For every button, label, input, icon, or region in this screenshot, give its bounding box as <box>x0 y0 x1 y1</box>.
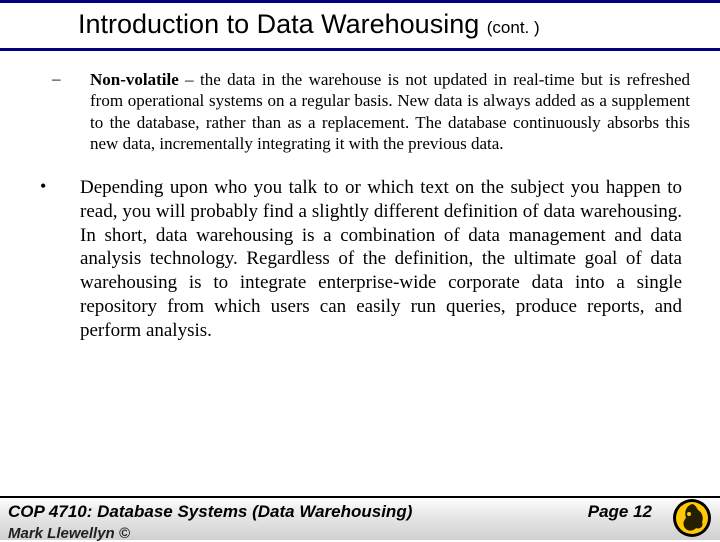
sub-bullet-rest: – the data in the warehouse is not updat… <box>90 70 690 153</box>
sub-bullet-row: – Non-volatile – the data in the warehou… <box>30 69 690 154</box>
title-main: Introduction to Data Warehousing <box>78 9 479 39</box>
slide: Introduction to Data Warehousing (cont. … <box>0 0 720 540</box>
footer-page: Page 12 <box>588 502 652 522</box>
footer-byline: Mark Llewellyn © <box>8 525 130 542</box>
title-bar: Introduction to Data Warehousing (cont. … <box>0 0 720 51</box>
sub-bullet-term: Non-volatile <box>90 70 179 89</box>
sub-bullet-dash: – <box>30 69 90 154</box>
main-bullet-dot: • <box>30 176 80 342</box>
main-bullet-row: • Depending upon who you talk to or whic… <box>30 176 690 342</box>
content-area: – Non-volatile – the data in the warehou… <box>0 51 720 342</box>
footer-course: COP 4710: Database Systems (Data Warehou… <box>8 502 588 522</box>
sub-bullet-text: Non-volatile – the data in the warehouse… <box>90 69 690 154</box>
slide-title: Introduction to Data Warehousing (cont. … <box>0 9 720 40</box>
ucf-logo-icon <box>672 498 712 538</box>
main-bullet-text: Depending upon who you talk to or which … <box>80 176 690 342</box>
footer-bar: COP 4710: Database Systems (Data Warehou… <box>0 496 720 540</box>
title-cont: (cont. ) <box>487 18 540 37</box>
